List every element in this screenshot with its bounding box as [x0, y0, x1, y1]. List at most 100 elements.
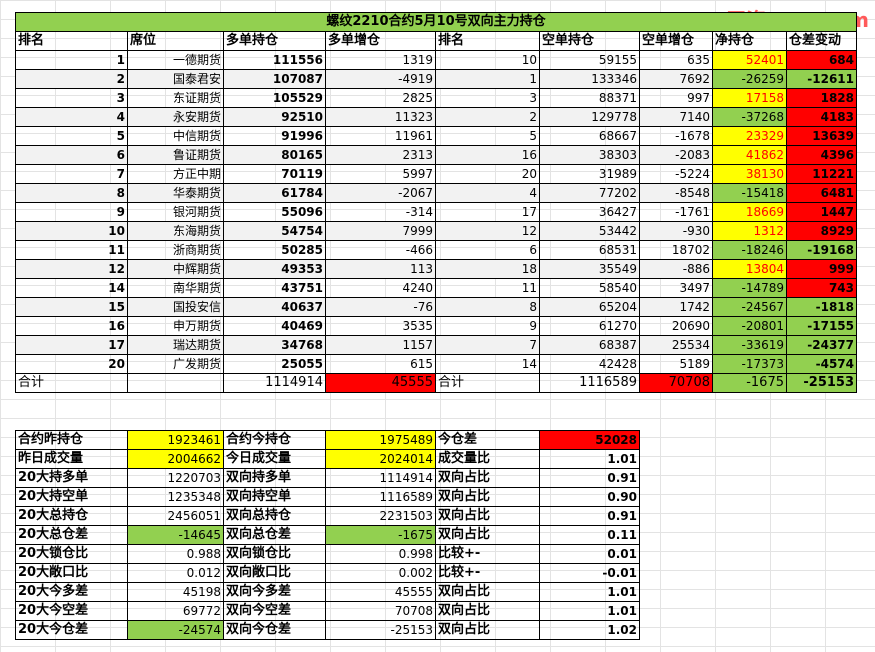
table-row: 9 银河期货 55096 -314 17 36427 -1761 18669 1447 [15, 202, 857, 222]
summary-label: 双向占比 [435, 487, 540, 507]
short-cell: 68531 [539, 240, 640, 260]
diff-cell: -12611 [786, 69, 857, 89]
table-row: 4 永安期货 92510 11323 2 129778 7140 -37268 4183 [15, 107, 857, 127]
summary-value: -24574 [127, 620, 224, 640]
short-rank-cell: 18 [435, 259, 540, 279]
summary-value: 0.002 [325, 563, 436, 583]
rank-cell: 15 [15, 297, 128, 317]
short-rank-cell: 9 [435, 316, 540, 336]
long-cell: 105529 [223, 88, 326, 108]
long-cell: 107087 [223, 69, 326, 89]
summary-label: 20大总持仓 [15, 506, 128, 526]
short-change-cell: 20690 [639, 316, 713, 336]
diff-cell: 1447 [786, 202, 857, 222]
table-row: 20 广发期货 25055 615 14 42428 5189 -17373 -4574 [15, 354, 857, 374]
summary-label: 20大持多单 [15, 468, 128, 488]
table-row: 11 浙商期货 50285 -466 6 68531 18702 -18246 -19168 [15, 240, 857, 260]
short-rank-cell: 14 [435, 354, 540, 374]
diff-cell: -24377 [786, 335, 857, 355]
rank-cell: 8 [15, 183, 128, 203]
summary-value: 1975489 [325, 430, 436, 450]
summary-label: 20大敞口比 [15, 563, 128, 583]
header-cell: 仓差变动 [786, 31, 857, 51]
short-change-cell: -886 [639, 259, 713, 279]
net-cell: -15418 [712, 183, 787, 203]
summary-label: 双向占比 [435, 525, 540, 545]
rank-cell: 9 [15, 202, 128, 222]
summary-row: 20大持空单 1235348 双向持空单 1116589 双向占比 0.90 [15, 487, 640, 507]
rank-cell: 2 [15, 69, 128, 89]
summary-row: 20大今空差 69772 双向今空差 70708 双向占比 1.01 [15, 601, 640, 621]
summary-ratio: 1.01 [539, 449, 640, 469]
summary-label: 20大今多差 [15, 582, 128, 602]
table-row: 8 华泰期货 61784 -2067 4 77202 -8548 -15418 6481 [15, 183, 857, 203]
net-cell: -17373 [712, 354, 787, 374]
total-short-change: 70708 [639, 373, 713, 393]
rank-cell: 10 [15, 221, 128, 241]
long-change-cell: 7999 [325, 221, 436, 241]
summary-label: 比较+- [435, 544, 540, 564]
seat-cell: 广发期货 [127, 354, 224, 374]
summary-value: -1675 [325, 525, 436, 545]
diff-cell: 6481 [786, 183, 857, 203]
rank-cell: 20 [15, 354, 128, 374]
summary-row: 20大持多单 1220703 双向持多单 1114914 双向占比 0.91 [15, 468, 640, 488]
short-cell: 31989 [539, 164, 640, 184]
short-cell: 58540 [539, 278, 640, 298]
short-change-cell: 997 [639, 88, 713, 108]
net-cell: -33619 [712, 335, 787, 355]
long-cell: 111556 [223, 50, 326, 70]
seat-cell: 中辉期货 [127, 259, 224, 279]
summary-value: 2231503 [325, 506, 436, 526]
long-cell: 34768 [223, 335, 326, 355]
diff-cell: 999 [786, 259, 857, 279]
rank-cell: 3 [15, 88, 128, 108]
rank-cell: 16 [15, 316, 128, 336]
summary-label: 双向总持仓 [223, 506, 326, 526]
short-cell: 61270 [539, 316, 640, 336]
long-cell: 50285 [223, 240, 326, 260]
short-rank-cell: 16 [435, 145, 540, 165]
short-rank-cell: 10 [435, 50, 540, 70]
summary-value: 1116589 [325, 487, 436, 507]
seat-cell: 浙商期货 [127, 240, 224, 260]
seat-cell: 鲁证期货 [127, 145, 224, 165]
net-cell: -26259 [712, 69, 787, 89]
short-cell: 68667 [539, 126, 640, 146]
summary-row: 20大今多差 45198 双向今多差 45555 双向占比 1.01 [15, 582, 640, 602]
summary-row: 20大锁仓比 0.988 双向锁仓比 0.998 比较+- 0.01 [15, 544, 640, 564]
rank-cell: 17 [15, 335, 128, 355]
summary-value: -25153 [325, 620, 436, 640]
short-rank-cell: 8 [435, 297, 540, 317]
header-cell: 排名 [435, 31, 540, 51]
summary-ratio: 1.02 [539, 620, 640, 640]
summary-label: 双向占比 [435, 582, 540, 602]
rank-cell: 7 [15, 164, 128, 184]
summary-ratio: 0.90 [539, 487, 640, 507]
net-cell: 52401 [712, 50, 787, 70]
short-change-cell: -1678 [639, 126, 713, 146]
table-row: 3 东证期货 105529 2825 3 88371 997 17158 1828 [15, 88, 857, 108]
net-cell: 38130 [712, 164, 787, 184]
total-label-2: 合计 [435, 373, 540, 393]
long-cell: 40469 [223, 316, 326, 336]
summary-ratio: 52028 [539, 430, 640, 450]
summary-row: 20大今仓差 -24574 双向今仓差 -25153 双向占比 1.02 [15, 620, 640, 640]
summary-label: 比较+- [435, 563, 540, 583]
table-row: 16 申万期货 40469 3535 9 61270 20690 -20801 -17155 [15, 316, 857, 336]
short-change-cell: 3497 [639, 278, 713, 298]
summary-table: 合约昨持仓 1923461 合约今持仓 1975489 今仓差 52028 昨日成交量 200… [15, 430, 640, 640]
long-change-cell: 11323 [325, 107, 436, 127]
net-cell: -24567 [712, 297, 787, 317]
table-row: 15 国投安信 40637 -76 8 65204 1742 -24567 -1818 [15, 297, 857, 317]
short-change-cell: -1761 [639, 202, 713, 222]
summary-ratio: 0.11 [539, 525, 640, 545]
summary-value: 2456051 [127, 506, 224, 526]
summary-label: 今仓差 [435, 430, 540, 450]
long-cell: 61784 [223, 183, 326, 203]
total-short: 1116589 [539, 373, 640, 393]
seat-cell: 申万期货 [127, 316, 224, 336]
net-cell: 1312 [712, 221, 787, 241]
short-cell: 42428 [539, 354, 640, 374]
summary-label: 双向持空单 [223, 487, 326, 507]
